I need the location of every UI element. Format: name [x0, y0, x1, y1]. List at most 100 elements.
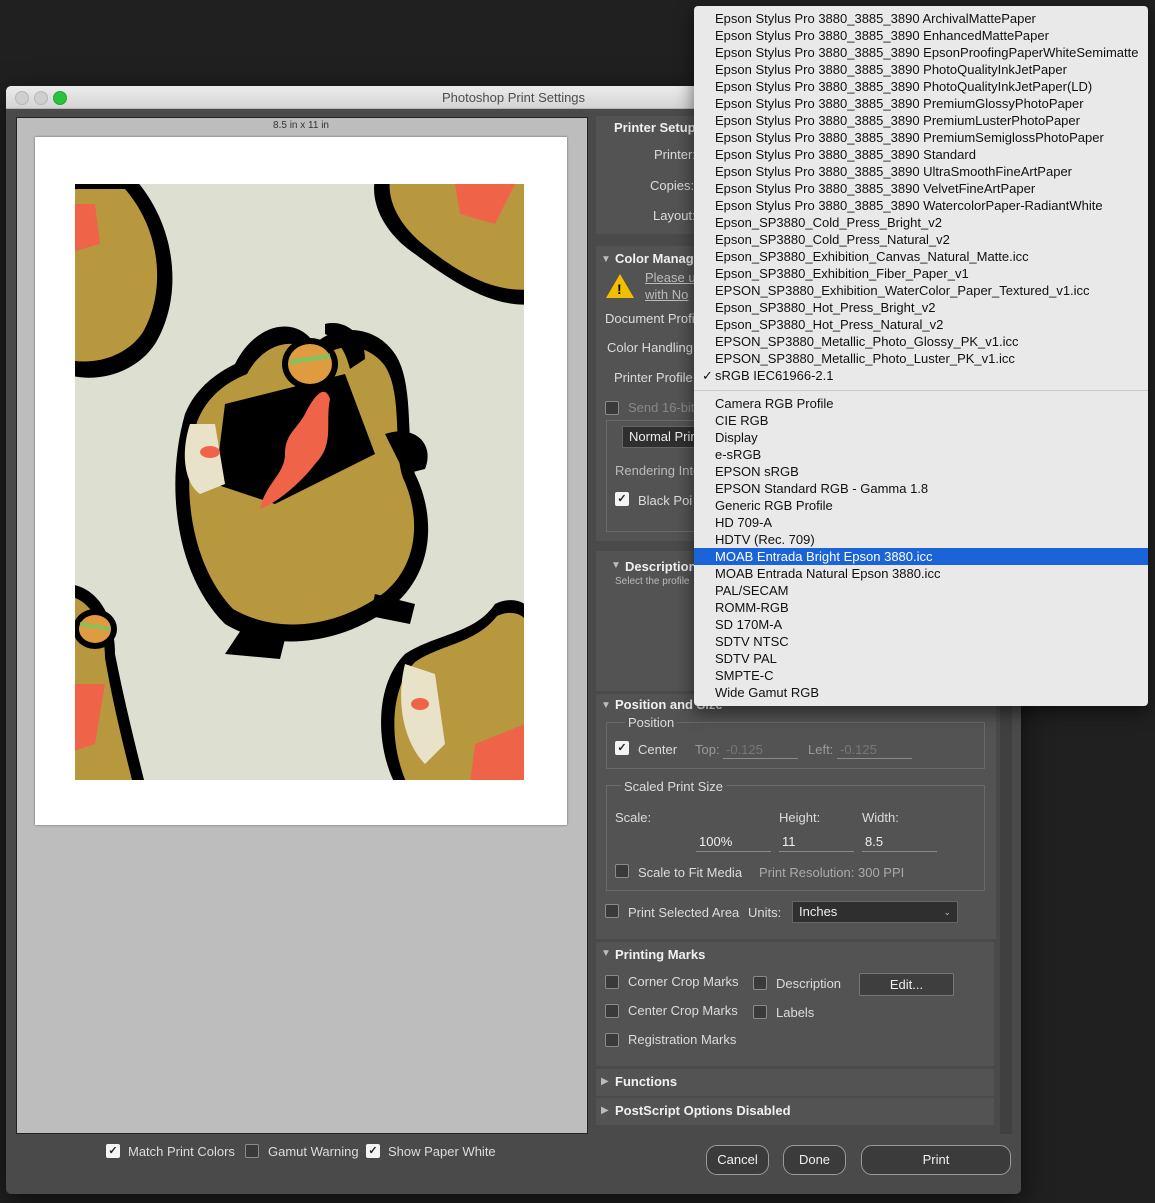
- corner-crop-marks-checkbox[interactable]: [605, 975, 619, 989]
- units-label: Units:: [748, 905, 782, 920]
- scale-to-fit-label: Scale to Fit Media: [638, 865, 743, 880]
- gamut-warning-checkbox[interactable]: [245, 1144, 259, 1158]
- monster-illustration: [75, 184, 524, 780]
- menu-item[interactable]: Epson Stylus Pro 3880_3885_3890 Watercol…: [694, 197, 1148, 214]
- menu-item[interactable]: SMPTE-C: [694, 667, 1148, 684]
- print-resolution-text: Print Resolution: 300 PPI: [759, 865, 905, 880]
- scale-to-fit-checkbox[interactable]: [615, 864, 629, 878]
- menu-item[interactable]: MOAB Entrada Bright Epson 3880.icc: [694, 548, 1148, 565]
- left-label: Left:: [808, 742, 834, 757]
- disclosure-closed-icon[interactable]: ▶: [601, 1076, 609, 1087]
- units-value: Inches: [799, 904, 838, 919]
- print-selected-area-checkbox[interactable]: [605, 904, 619, 918]
- top-label: Top:: [695, 742, 720, 757]
- menu-item[interactable]: CIE RGB: [694, 412, 1148, 429]
- menu-item[interactable]: Epson Stylus Pro 3880_3885_3890 PremiumL…: [694, 112, 1148, 129]
- send-16bit-label: Send 16-bit: [628, 400, 695, 415]
- send-16bit-checkbox[interactable]: [605, 401, 619, 415]
- artwork-preview-image: [75, 184, 524, 780]
- postscript-section[interactable]: ▶ PostScript Options Disabled: [596, 1098, 994, 1125]
- menu-item[interactable]: Epson Stylus Pro 3880_3885_3890 VelvetFi…: [694, 180, 1148, 197]
- disclosure-closed-icon[interactable]: ▶: [601, 1105, 609, 1116]
- printer-setup-heading: Printer Setup: [614, 120, 696, 135]
- description-heading: Description: [625, 559, 697, 574]
- units-select[interactable]: Inches ⌄: [792, 901, 958, 923]
- printer-label: Printer:: [654, 147, 696, 162]
- labels-label: Labels: [776, 1005, 815, 1020]
- menu-item[interactable]: Epson_SP3880_Hot_Press_Bright_v2: [694, 299, 1148, 316]
- menu-item[interactable]: e-sRGB: [694, 446, 1148, 463]
- printer-profile-dropdown-menu[interactable]: Epson Stylus Pro 3880_3885_3890 Archival…: [694, 6, 1148, 706]
- scale-input[interactable]: 100%: [696, 834, 771, 852]
- match-print-colors-checkbox[interactable]: ✓: [106, 1144, 120, 1158]
- menu-item[interactable]: Epson Stylus Pro 3880_3885_3890 PremiumS…: [694, 129, 1148, 146]
- black-point-checkbox[interactable]: ✓: [615, 492, 629, 506]
- position-group-label: Position: [625, 715, 678, 730]
- warning-link-line2[interactable]: with No: [645, 287, 688, 302]
- show-paper-white-checkbox[interactable]: ✓: [366, 1144, 380, 1158]
- paper-size-label: 8.5 in x 11 in: [273, 120, 329, 131]
- disclosure-open-icon[interactable]: ▼: [601, 254, 611, 265]
- print-button[interactable]: Print: [861, 1145, 1011, 1175]
- menu-item[interactable]: Epson_SP3880_Hot_Press_Natural_v2: [694, 316, 1148, 333]
- menu-item[interactable]: sRGB IEC61966-2.1 ✓: [694, 367, 1148, 384]
- menu-item[interactable]: Epson Stylus Pro 3880_3885_3890 PhotoQua…: [694, 78, 1148, 95]
- center-checkbox[interactable]: ✓: [615, 741, 629, 755]
- width-input[interactable]: 8.5: [862, 834, 937, 852]
- menu-item[interactable]: EPSON_SP3880_Metallic_Photo_Luster_PK_v1…: [694, 350, 1148, 367]
- description-checkbox[interactable]: [753, 976, 767, 990]
- menu-item[interactable]: SDTV PAL: [694, 650, 1148, 667]
- menu-item[interactable]: Epson Stylus Pro 3880_3885_3890 EpsonPro…: [694, 44, 1148, 61]
- left-input[interactable]: -0.125: [837, 742, 912, 759]
- menu-item[interactable]: Camera RGB Profile: [694, 395, 1148, 412]
- menu-item[interactable]: EPSON_SP3880_Exhibition_WaterColor_Paper…: [694, 282, 1148, 299]
- menu-item[interactable]: Wide Gamut RGB: [694, 684, 1148, 701]
- menu-item[interactable]: Display: [694, 429, 1148, 446]
- edit-button[interactable]: Edit...: [859, 973, 954, 996]
- print-selected-area-label: Print Selected Area: [628, 905, 740, 920]
- postscript-heading: PostScript Options Disabled: [615, 1103, 791, 1118]
- done-button[interactable]: Done: [783, 1145, 846, 1175]
- menu-item[interactable]: EPSON Standard RGB - Gamma 1.8: [694, 480, 1148, 497]
- menu-item[interactable]: SD 170M-A: [694, 616, 1148, 633]
- menu-item[interactable]: Epson_SP3880_Exhibition_Canvas_Natural_M…: [694, 248, 1148, 265]
- menu-item[interactable]: Epson_SP3880_Cold_Press_Bright_v2: [694, 214, 1148, 231]
- menu-item[interactable]: MOAB Entrada Natural Epson 3880.icc: [694, 565, 1148, 582]
- panel-scrollbar[interactable]: [1000, 694, 1012, 1134]
- menu-item[interactable]: Epson Stylus Pro 3880_3885_3890 Enhanced…: [694, 27, 1148, 44]
- printing-marks-section: ▼ Printing Marks Corner Crop Marks Cente…: [596, 942, 994, 1066]
- top-input[interactable]: -0.125: [723, 742, 798, 759]
- height-label: Height:: [779, 810, 821, 825]
- menu-item[interactable]: SDTV NTSC: [694, 633, 1148, 650]
- menu-item[interactable]: EPSON_SP3880_Metallic_Photo_Glossy_PK_v1…: [694, 333, 1148, 350]
- cancel-button[interactable]: Cancel: [706, 1145, 769, 1175]
- show-paper-white-label: Show Paper White: [388, 1144, 496, 1159]
- menu-item[interactable]: Epson_SP3880_Cold_Press_Natural_v2: [694, 231, 1148, 248]
- disclosure-open-icon[interactable]: ▼: [601, 948, 611, 959]
- height-input[interactable]: 11: [779, 834, 854, 852]
- functions-section[interactable]: ▶ Functions: [596, 1069, 994, 1096]
- menu-item[interactable]: PAL/SECAM: [694, 582, 1148, 599]
- menu-item[interactable]: Epson Stylus Pro 3880_3885_3890 PhotoQua…: [694, 61, 1148, 78]
- menu-item[interactable]: Epson Stylus Pro 3880_3885_3890 UltraSmo…: [694, 163, 1148, 180]
- registration-marks-label: Registration Marks: [628, 1032, 737, 1047]
- menu-item[interactable]: ROMM-RGB: [694, 599, 1148, 616]
- warning-link-line1[interactable]: Please u: [645, 270, 696, 285]
- menu-item[interactable]: Epson Stylus Pro 3880_3885_3890 Standard: [694, 146, 1148, 163]
- menu-item[interactable]: Generic RGB Profile: [694, 497, 1148, 514]
- disclosure-open-icon[interactable]: ▼: [601, 700, 611, 711]
- gamut-warning-label: Gamut Warning: [268, 1144, 359, 1159]
- registration-marks-checkbox[interactable]: [605, 1033, 619, 1047]
- menu-item[interactable]: EPSON sRGB: [694, 463, 1148, 480]
- disclosure-open-icon[interactable]: ▼: [611, 560, 621, 571]
- center-crop-marks-checkbox[interactable]: [605, 1004, 619, 1018]
- menu-item[interactable]: Epson Stylus Pro 3880_3885_3890 Archival…: [694, 10, 1148, 27]
- menu-item[interactable]: HDTV (Rec. 709): [694, 531, 1148, 548]
- width-label: Width:: [862, 810, 899, 825]
- black-point-label: Black Poi: [638, 493, 693, 508]
- menu-item[interactable]: HD 709-A: [694, 514, 1148, 531]
- color-management-heading: Color Manag: [615, 251, 694, 266]
- menu-item[interactable]: Epson Stylus Pro 3880_3885_3890 PremiumG…: [694, 95, 1148, 112]
- labels-checkbox[interactable]: [753, 1005, 767, 1019]
- menu-item[interactable]: Epson_SP3880_Exhibition_Fiber_Paper_v1: [694, 265, 1148, 282]
